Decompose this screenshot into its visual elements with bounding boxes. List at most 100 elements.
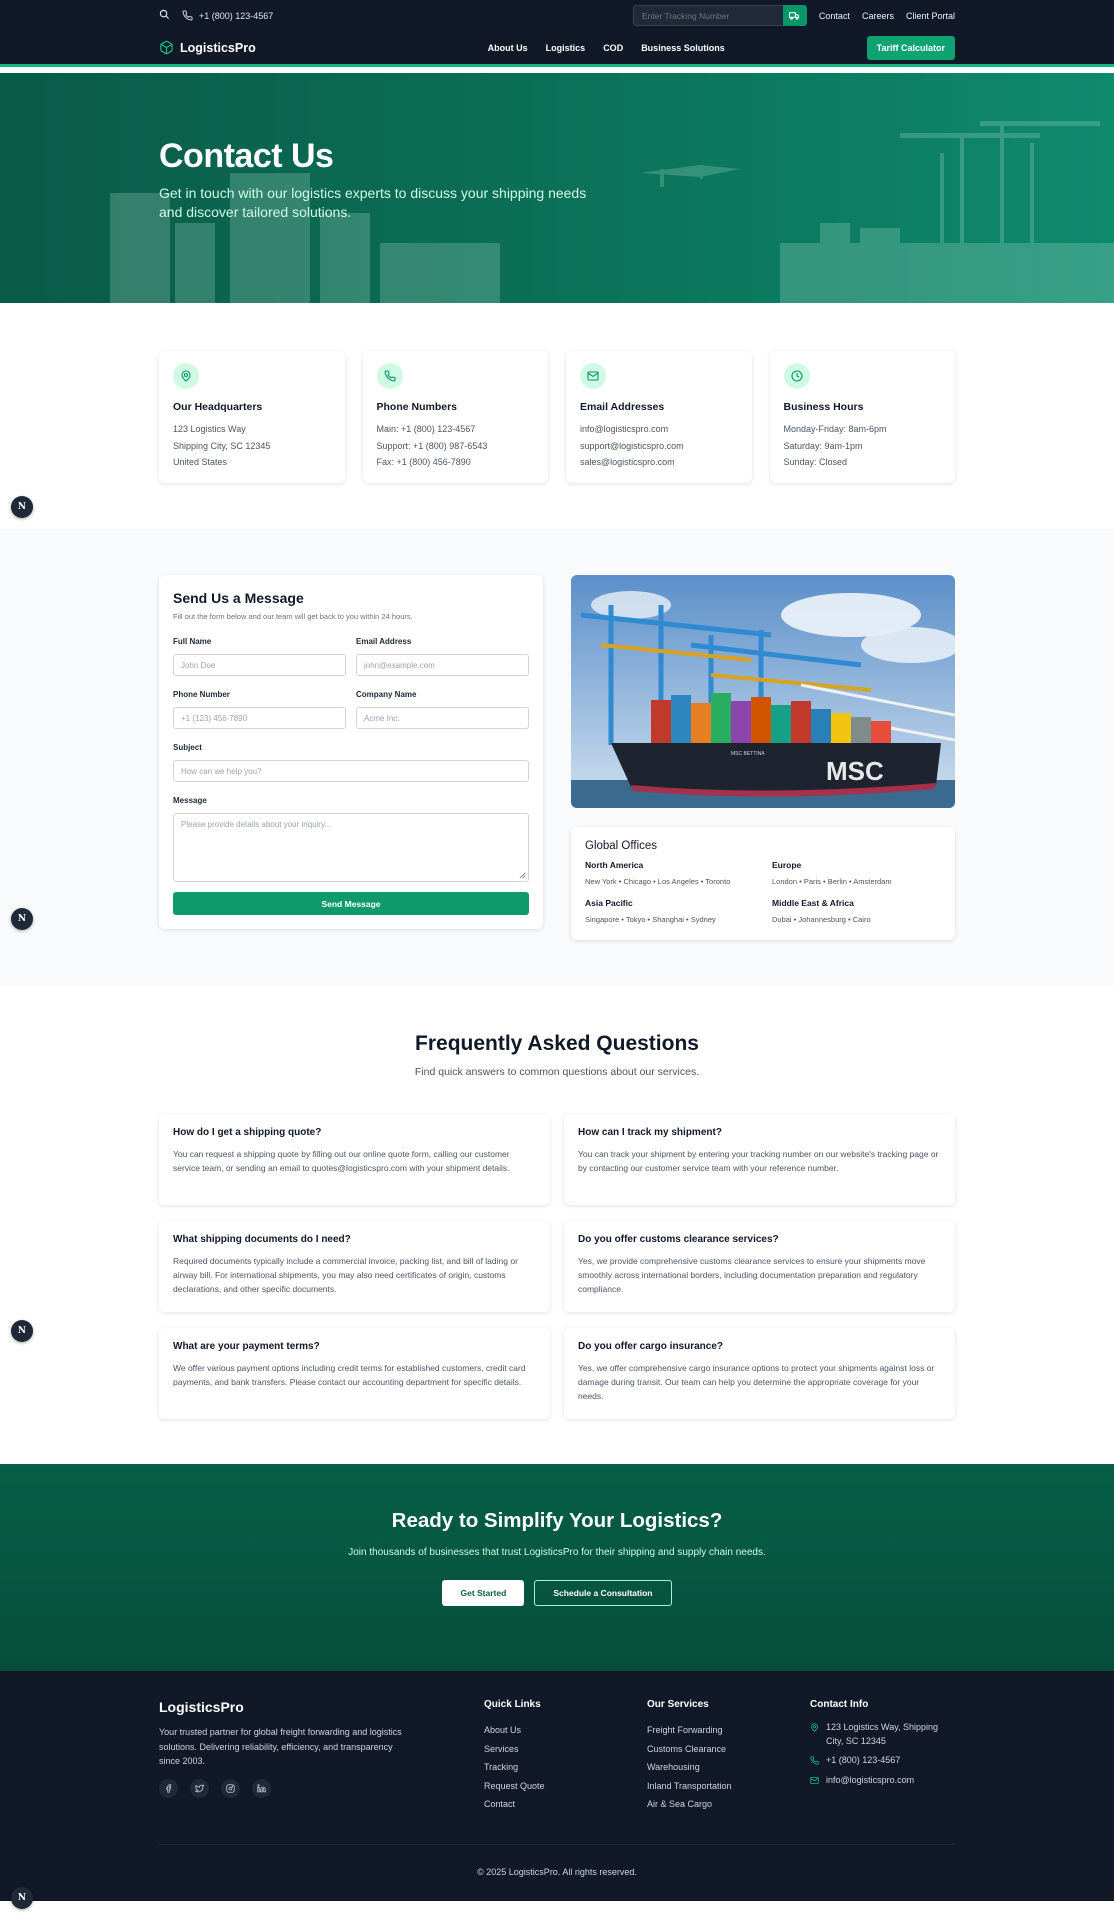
- email-input[interactable]: john@example.com: [356, 654, 529, 676]
- info-card-line: Saturday: 9am-1pm: [783, 440, 863, 451]
- footer-link[interactable]: Services: [484, 1740, 647, 1759]
- info-card-title: Our Headquarters: [173, 401, 263, 413]
- tracking-number-input[interactable]: [632, 5, 783, 26]
- info-card-email: Email Addresses info@logisticspro.com su…: [566, 351, 752, 483]
- faq-item: How do I get a shipping quote? You can r…: [159, 1114, 550, 1205]
- nav-link-cod[interactable]: COD: [603, 43, 623, 53]
- info-card-line[interactable]: sales@logisticspro.com: [580, 454, 738, 471]
- dev-tools-badge[interactable]: N: [11, 908, 33, 930]
- mail-icon: [580, 363, 606, 389]
- info-card-title: Phone Numbers: [376, 401, 458, 413]
- nav-link-logistics[interactable]: Logistics: [546, 43, 586, 53]
- footer-link[interactable]: Tracking: [484, 1758, 647, 1777]
- tariff-calculator-button[interactable]: Tariff Calculator: [866, 35, 955, 60]
- office-region-name: Middle East & Africa: [772, 898, 854, 908]
- footer-service-link[interactable]: Air & Sea Cargo: [647, 1795, 810, 1814]
- footer-description: Your trusted partner for global freight …: [159, 1727, 402, 1766]
- dev-tools-badge[interactable]: N: [11, 1887, 33, 1909]
- subject-input[interactable]: How can we help you?: [173, 760, 529, 782]
- faq-item: How can I track my shipment? You can tra…: [564, 1114, 955, 1205]
- footer-link[interactable]: Contact: [484, 1795, 647, 1814]
- footer-service-link[interactable]: Inland Transportation: [647, 1777, 810, 1796]
- contact-form-section: Send Us a Message Fill out the form belo…: [0, 529, 1114, 986]
- footer-contact-email[interactable]: info@logisticspro.com: [810, 1774, 955, 1788]
- faq-question: What shipping documents do I need?: [173, 1234, 351, 1245]
- footer-service-link[interactable]: Freight Forwarding: [647, 1721, 810, 1740]
- hero-section: Contact Us Get in touch with our logisti…: [0, 73, 1114, 303]
- faq-question: How do I get a shipping quote?: [173, 1127, 322, 1138]
- map-pin-icon: [811, 1723, 818, 1732]
- schedule-consultation-button[interactable]: Schedule a Consultation: [534, 1579, 672, 1606]
- global-offices-card: Global Offices North America New York • …: [571, 827, 955, 940]
- faq-answer: We offer various payment options includi…: [173, 1363, 526, 1387]
- footer-divider: [159, 1843, 955, 1845]
- cta-subtitle: Join thousands of businesses that trust …: [348, 1547, 766, 1558]
- faq-item: What shipping documents do I need? Requi…: [159, 1221, 550, 1312]
- info-card-headquarters: Our Headquarters 123 Logistics Way Shipp…: [159, 351, 345, 483]
- brand-name: LogisticsPro: [180, 40, 256, 55]
- topbar-phone-text: +1 (800) 123-4567: [199, 10, 274, 21]
- message-textarea[interactable]: Please provide details about your inquir…: [173, 813, 529, 882]
- faq-answer: You can request a shipping quote by fill…: [173, 1149, 510, 1173]
- message-label: Message: [173, 796, 207, 805]
- phone-input[interactable]: +1 (123) 456-7890: [173, 707, 346, 729]
- page-title: Contact Us: [159, 137, 334, 175]
- nav-link-business-solutions[interactable]: Business Solutions: [641, 43, 725, 53]
- social-links: [159, 1778, 484, 1798]
- info-card-title: Email Addresses: [580, 401, 665, 413]
- full-name-input[interactable]: John Doe: [173, 654, 346, 676]
- footer-service-link[interactable]: Customs Clearance: [647, 1740, 810, 1759]
- info-card-line: 123 Logistics Way: [173, 424, 246, 434]
- company-input[interactable]: Acme Inc.: [356, 707, 529, 729]
- footer-contact-title: Contact Info: [810, 1699, 869, 1710]
- info-card-line[interactable]: support@logisticspro.com: [580, 438, 738, 455]
- twitter-icon[interactable]: [190, 1778, 209, 1798]
- company-label: Company Name: [356, 690, 417, 699]
- footer-brand: LogisticsPro: [159, 1699, 244, 1715]
- footer-service-link[interactable]: Warehousing: [647, 1758, 810, 1777]
- send-message-button[interactable]: Send Message: [173, 892, 529, 915]
- office-region: Europe London • Paris • Berlin • Amsterd…: [772, 860, 941, 888]
- office-region-name: North America: [585, 860, 644, 870]
- office-region-name: Asia Pacific: [585, 898, 633, 908]
- footer-address-text: 123 Logistics Way, Shipping City, SC 123…: [826, 1722, 939, 1746]
- main-nav: LogisticsPro About Us Logistics COD Busi…: [0, 31, 1114, 67]
- topbar-phone[interactable]: +1 (800) 123-4567: [182, 10, 273, 21]
- faq-item: What are your payment terms? We offer va…: [159, 1328, 550, 1419]
- office-region-cities: New York • Chicago • Los Angeles • Toron…: [585, 877, 731, 886]
- get-started-button[interactable]: Get Started: [442, 1579, 525, 1606]
- facebook-icon[interactable]: [159, 1778, 178, 1798]
- subject-label: Subject: [173, 743, 202, 752]
- faq-question: What are your payment terms?: [173, 1341, 320, 1352]
- ship-side-lettering: MSC BETTINA: [731, 751, 765, 757]
- footer-link[interactable]: About Us: [484, 1721, 647, 1740]
- office-region: Asia Pacific Singapore • Tokyo • Shangha…: [585, 898, 754, 926]
- container-ship-image: MSC MSC BETTINA: [571, 575, 955, 808]
- phone-icon: [810, 1756, 819, 1765]
- top-bar: +1 (800) 123-4567 Contact Careers Client…: [0, 0, 1114, 31]
- dev-tools-badge[interactable]: N: [11, 496, 33, 518]
- faq-item: Do you offer customs clearance services?…: [564, 1221, 955, 1312]
- truck-icon: [789, 12, 800, 20]
- search-icon[interactable]: [159, 9, 170, 22]
- brand-logo[interactable]: LogisticsPro: [159, 40, 256, 55]
- linkedin-icon[interactable]: [252, 1778, 271, 1798]
- topbar-link-careers[interactable]: Careers: [862, 11, 894, 21]
- footer-link[interactable]: Request Quote: [484, 1777, 647, 1796]
- mail-icon: [810, 1776, 819, 1784]
- faq-answer: Yes, we provide comprehensive customs cl…: [578, 1256, 926, 1294]
- info-card-line[interactable]: info@logisticspro.com: [580, 421, 738, 438]
- footer-contact-phone[interactable]: +1 (800) 123-4567: [810, 1754, 955, 1768]
- instagram-icon[interactable]: [221, 1778, 240, 1798]
- dev-tools-badge[interactable]: N: [11, 1320, 33, 1342]
- cta-title: Ready to Simplify Your Logistics?: [391, 1509, 723, 1532]
- topbar-link-contact[interactable]: Contact: [819, 11, 850, 21]
- faq-question: Do you offer cargo insurance?: [578, 1341, 724, 1352]
- nav-link-about[interactable]: About Us: [488, 43, 528, 53]
- tracking-submit-button[interactable]: [782, 5, 807, 26]
- topbar-link-client-portal[interactable]: Client Portal: [906, 11, 955, 21]
- full-name-label: Full Name: [173, 637, 212, 646]
- phone-icon: [182, 10, 193, 21]
- faq-question: How can I track my shipment?: [578, 1127, 722, 1138]
- resize-handle-icon[interactable]: [519, 872, 526, 879]
